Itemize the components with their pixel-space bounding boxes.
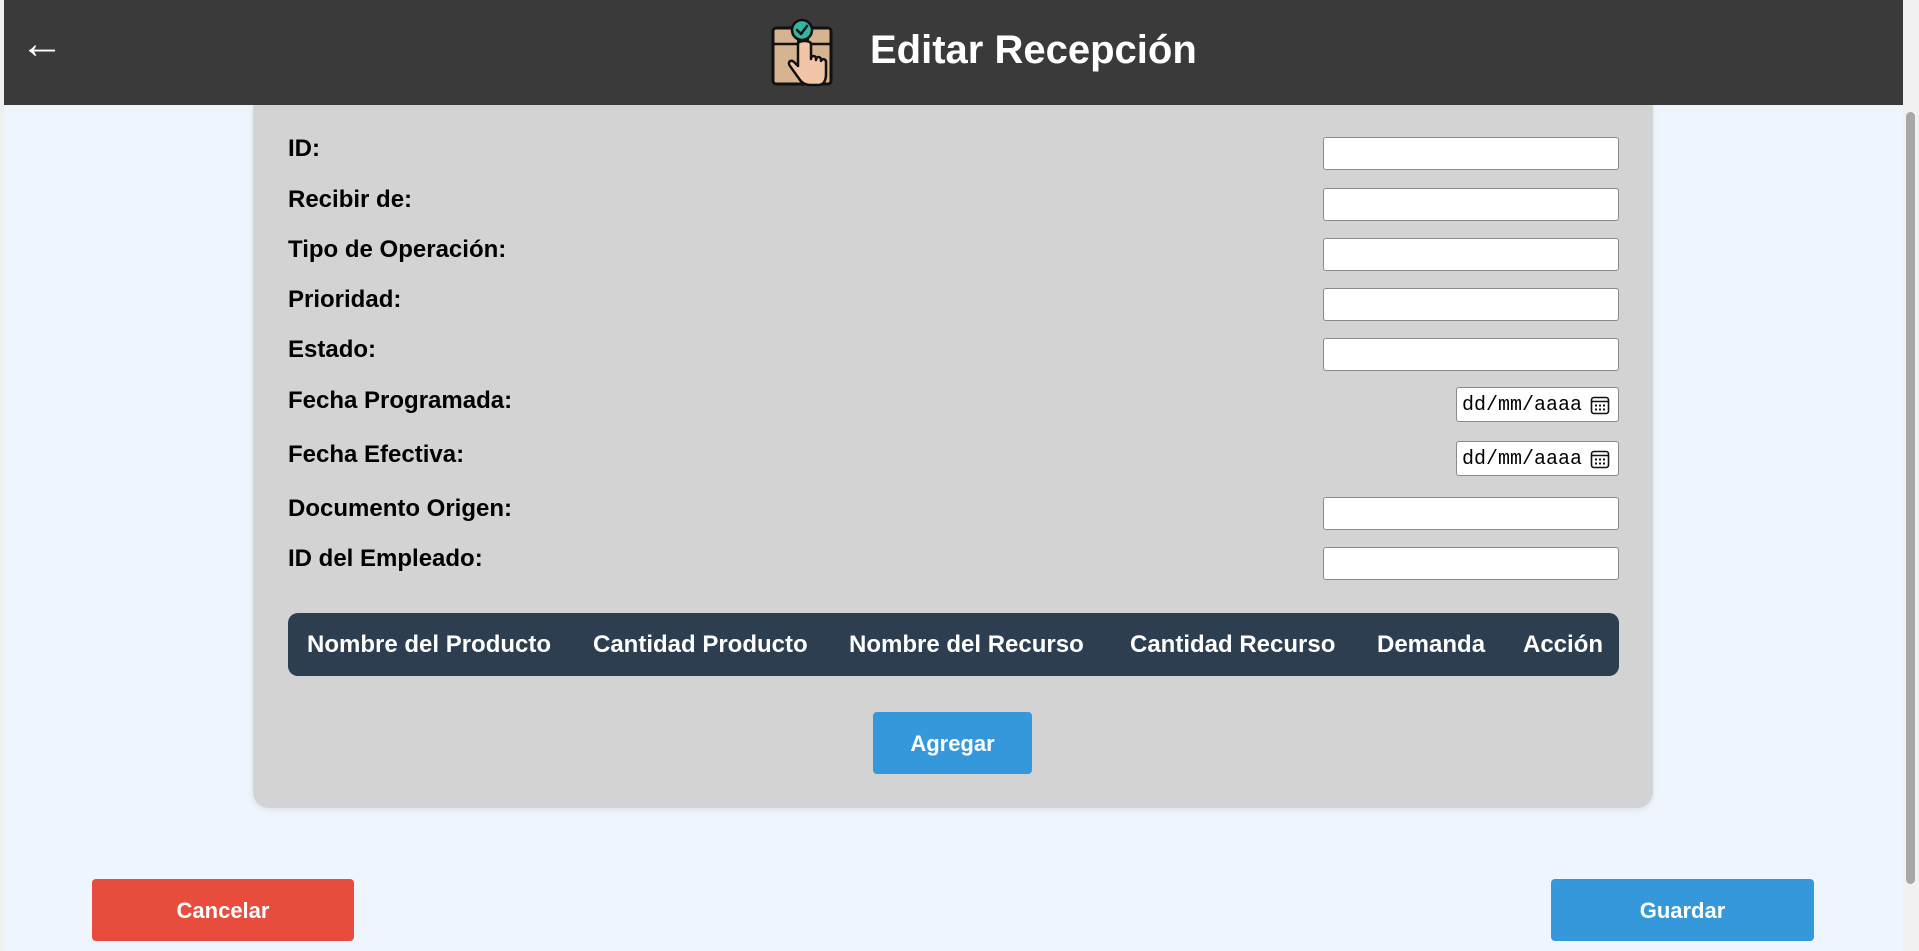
- column-header-product-quantity: Cantidad Producto: [593, 631, 808, 658]
- reception-form-card: ID: Recibir de: Tipo de Operación: Prior…: [253, 105, 1653, 808]
- app-header: ← Editar Recepción: [4, 0, 1903, 105]
- calendar-icon[interactable]: [1590, 395, 1610, 415]
- form-row-status: Estado:: [288, 336, 1619, 371]
- scheduled-date-input[interactable]: dd/mm/aaaa: [1456, 387, 1619, 422]
- column-header-product-name: Nombre del Producto: [307, 631, 552, 658]
- status-label: Estado:: [288, 336, 377, 363]
- receive-from-field[interactable]: [1323, 188, 1619, 221]
- page-title: Editar Recepción: [870, 28, 1197, 72]
- priority-label: Prioridad:: [288, 286, 402, 313]
- receive-from-label: Recibir de:: [288, 186, 413, 213]
- operation-type-label: Tipo de Operación:: [288, 236, 507, 263]
- effective-date-placeholder: dd/mm/aaaa: [1462, 448, 1583, 471]
- form-row-effective-date: Fecha Efectiva: dd/mm/aaaa: [288, 441, 1619, 476]
- save-button[interactable]: Guardar: [1551, 879, 1814, 941]
- form-row-operation-type: Tipo de Operación:: [288, 236, 1619, 271]
- back-arrow-icon[interactable]: ←: [20, 22, 64, 66]
- column-header-demand: Demanda: [1377, 631, 1486, 658]
- form-row-source-document: Documento Origen:: [288, 495, 1619, 530]
- source-document-field[interactable]: [1323, 497, 1619, 530]
- column-header-resource-quantity: Cantidad Recurso: [1130, 631, 1336, 658]
- scheduled-date-placeholder: dd/mm/aaaa: [1462, 394, 1583, 417]
- scheduled-date-label: Fecha Programada:: [288, 387, 513, 414]
- form-row-scheduled-date: Fecha Programada: dd/mm/aaaa: [288, 387, 1619, 422]
- employee-id-field[interactable]: [1323, 547, 1619, 580]
- effective-date-input[interactable]: dd/mm/aaaa: [1456, 441, 1619, 476]
- id-field[interactable]: [1323, 137, 1619, 170]
- package-pointer-icon: [771, 18, 833, 87]
- cancel-button[interactable]: Cancelar: [92, 879, 354, 941]
- calendar-icon[interactable]: [1590, 449, 1610, 469]
- form-row-receive-from: Recibir de:: [288, 186, 1619, 221]
- form-row-id: ID:: [288, 135, 1619, 170]
- add-button[interactable]: Agregar: [873, 712, 1032, 774]
- employee-id-label: ID del Empleado:: [288, 545, 483, 572]
- id-label: ID:: [288, 135, 320, 162]
- products-table-header: Nombre del Producto Cantidad Producto No…: [288, 613, 1619, 676]
- operation-type-field[interactable]: [1323, 238, 1619, 271]
- scrollbar-thumb[interactable]: [1906, 112, 1915, 884]
- effective-date-label: Fecha Efectiva:: [288, 441, 465, 468]
- source-document-label: Documento Origen:: [288, 495, 513, 522]
- column-header-resource-name: Nombre del Recurso: [849, 631, 1084, 658]
- form-row-employee-id: ID del Empleado:: [288, 545, 1619, 580]
- form-row-priority: Prioridad:: [288, 286, 1619, 321]
- priority-field[interactable]: [1323, 288, 1619, 321]
- window-edge: [0, 0, 4, 951]
- status-field[interactable]: [1323, 338, 1619, 371]
- column-header-action: Acción: [1523, 631, 1604, 658]
